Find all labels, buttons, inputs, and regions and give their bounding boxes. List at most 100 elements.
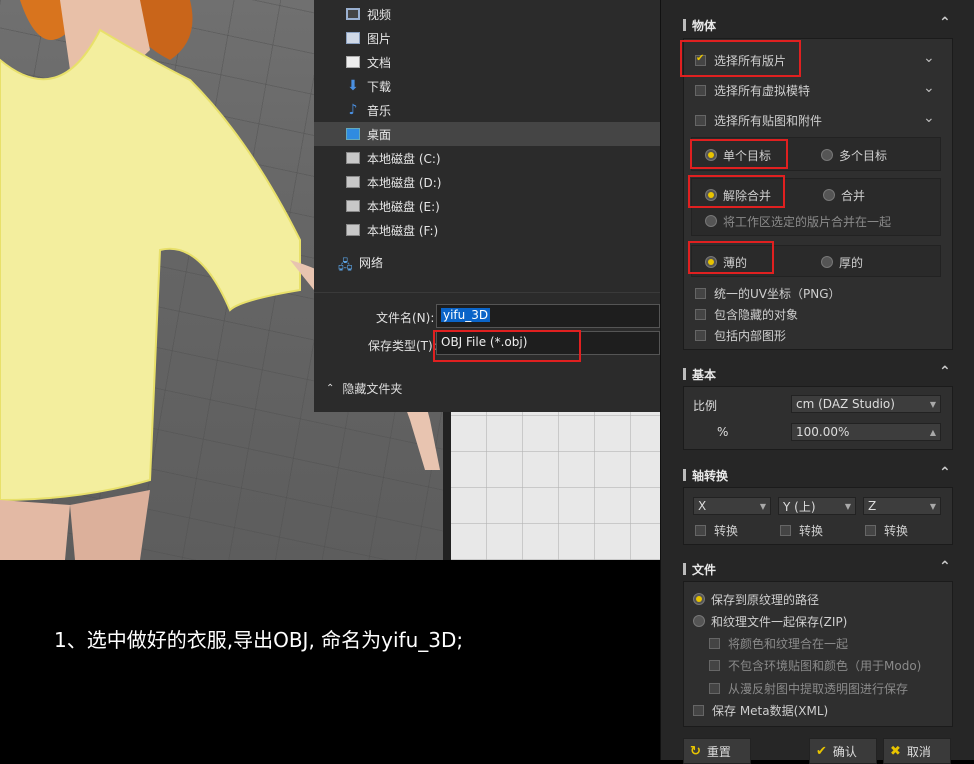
- filename-label: 文件名(N):: [376, 311, 435, 325]
- option-label: 将颜色和纹理合在一起: [728, 636, 849, 651]
- radio-merge-selected[interactable]: 将工作区选定的版片合并在一起: [705, 212, 891, 230]
- hide-folders-toggle[interactable]: ⌃ 隐藏文件夹: [326, 380, 402, 397]
- scale-dropdown[interactable]: cm (DAZ Studio) ▼: [791, 395, 941, 413]
- export-options-panel: 物体 ⌃ 选择所有版片 ⌄ 选择所有虚拟模特 ⌄ 选择所有贴图和附件 ⌄ 单个目…: [660, 0, 974, 764]
- filetype-label: 保存类型(T):: [368, 339, 437, 353]
- video-folder-icon: [346, 8, 360, 20]
- chevron-up-icon: ⌃: [326, 383, 335, 394]
- nav-item-network[interactable]: 🖧 网络: [314, 250, 660, 274]
- radio-save-texture-path[interactable]: 保存到原纹理的路径: [693, 590, 819, 608]
- nav-item-label: 桌面: [367, 127, 392, 142]
- option-label: 和纹理文件一起保存(ZIP): [711, 614, 848, 629]
- section-object-header[interactable]: 物体 ⌃: [683, 15, 953, 35]
- filename-input[interactable]: yifu_3D: [436, 304, 660, 328]
- option-label: 包括内部图形: [714, 328, 787, 343]
- radio-save-zip[interactable]: 和纹理文件一起保存(ZIP): [693, 612, 847, 630]
- section-file-header[interactable]: 文件 ⌃: [683, 559, 953, 579]
- nav-item-label: 本地磁盘 (E:): [367, 199, 440, 214]
- chevron-up-icon[interactable]: ⌃: [939, 466, 951, 480]
- radio-thick[interactable]: 厚的: [821, 253, 863, 271]
- axis-y-dropdown[interactable]: Y (上) ▼: [778, 497, 856, 515]
- checkbox-icon[interactable]: [695, 114, 706, 126]
- confirm-button[interactable]: ✔ 确认: [809, 738, 877, 764]
- nav-item-drive-c[interactable]: 本地磁盘 (C:): [314, 146, 660, 170]
- section-title: 文件: [692, 562, 717, 577]
- nav-item-drive-f[interactable]: 本地磁盘 (F:): [314, 218, 660, 242]
- axis-value: X: [698, 499, 707, 513]
- cancel-button[interactable]: ✖ 取消: [883, 738, 951, 764]
- dropdown-arrow-icon: ▼: [759, 501, 766, 511]
- nav-item-drive-d[interactable]: 本地磁盘 (D:): [314, 170, 660, 194]
- select-all-avatars[interactable]: 选择所有虚拟模特: [695, 81, 810, 99]
- checkbox-icon[interactable]: [695, 84, 706, 96]
- button-label: 确认: [832, 744, 857, 759]
- checkbox-icon[interactable]: [695, 308, 706, 320]
- nav-item-pictures[interactable]: 图片: [314, 26, 660, 50]
- checkbox-icon[interactable]: [865, 524, 876, 536]
- extract-opacity[interactable]: 从漫反射图中提取透明图进行保存: [709, 679, 908, 697]
- dropdown-arrow-icon: ▼: [844, 501, 851, 511]
- checkbox-icon[interactable]: [695, 329, 706, 341]
- nav-item-documents[interactable]: 文档: [314, 50, 660, 74]
- highlight-filetype: [433, 330, 581, 362]
- percent-stepper[interactable]: 100.00% ▲: [791, 423, 941, 441]
- convert-z[interactable]: 转换: [865, 521, 908, 539]
- chevron-down-icon[interactable]: ⌄: [923, 50, 937, 66]
- section-bar: [683, 563, 686, 575]
- reset-icon: ↻: [690, 743, 701, 759]
- checkbox-icon[interactable]: [693, 704, 704, 716]
- nav-item-desktop[interactable]: 桌面: [314, 122, 660, 146]
- secondary-viewport[interactable]: [450, 410, 660, 560]
- chevron-up-icon[interactable]: ⌃: [939, 560, 951, 574]
- drive-icon: [346, 176, 360, 188]
- nav-item-videos[interactable]: 视频: [314, 2, 660, 26]
- nav-item-drive-e[interactable]: 本地磁盘 (E:): [314, 194, 660, 218]
- stepper-arrows-icon[interactable]: ▲: [930, 428, 936, 437]
- option-label: 从漫反射图中提取透明图进行保存: [728, 681, 909, 696]
- axis-z-dropdown[interactable]: Z ▼: [863, 497, 941, 515]
- option-label: 包含隐藏的对象: [714, 307, 799, 322]
- network-icon: 🖧: [338, 258, 353, 273]
- nav-item-label: 文档: [367, 55, 392, 70]
- checkbox-icon[interactable]: [780, 524, 791, 536]
- nav-item-music[interactable]: ♪ 音乐: [314, 98, 660, 122]
- option-label: 转换: [799, 523, 824, 538]
- radio-icon[interactable]: [705, 215, 717, 227]
- checkbox-icon[interactable]: [695, 287, 706, 299]
- radio-icon[interactable]: [693, 615, 705, 627]
- save-meta-xml[interactable]: 保存 Meta数据(XML): [693, 701, 828, 719]
- radio-merge[interactable]: 合并: [823, 186, 865, 204]
- hide-folders-label: 隐藏文件夹: [342, 382, 403, 396]
- include-inner[interactable]: 包括内部图形: [695, 326, 786, 344]
- unified-uv[interactable]: 统一的UV坐标（PNG）: [695, 284, 841, 302]
- radio-icon[interactable]: [821, 149, 833, 161]
- option-label: 保存 Meta数据(XML): [712, 703, 829, 718]
- radio-multi-target[interactable]: 多个目标: [821, 146, 887, 164]
- section-basic-header[interactable]: 基本 ⌃: [683, 364, 953, 384]
- checkbox-icon[interactable]: [695, 524, 706, 536]
- highlight-unmerge: [688, 175, 785, 208]
- checkbox-icon[interactable]: [709, 659, 720, 671]
- convert-y[interactable]: 转换: [780, 521, 823, 539]
- radio-icon[interactable]: [823, 189, 835, 201]
- select-all-graphics[interactable]: 选择所有贴图和附件: [695, 111, 822, 129]
- chevron-up-icon[interactable]: ⌃: [939, 16, 951, 30]
- option-label: 保存到原纹理的路径: [711, 592, 820, 607]
- checkbox-icon[interactable]: [709, 682, 720, 694]
- chevron-up-icon[interactable]: ⌃: [939, 365, 951, 379]
- radio-icon[interactable]: [693, 593, 705, 605]
- nav-item-downloads[interactable]: ⬇ 下载: [314, 74, 660, 98]
- reset-button[interactable]: ↻ 重置: [683, 738, 751, 764]
- nav-item-label: 网络: [359, 255, 384, 270]
- merge-color-texture[interactable]: 将颜色和纹理合在一起: [709, 634, 848, 652]
- checkbox-icon[interactable]: [709, 637, 720, 649]
- axis-x-dropdown[interactable]: X ▼: [693, 497, 771, 515]
- exclude-env-map[interactable]: 不包含环境贴图和颜色（用于Modo): [709, 656, 921, 674]
- chevron-down-icon[interactable]: ⌄: [923, 80, 937, 96]
- chevron-down-icon[interactable]: ⌄: [923, 110, 937, 126]
- convert-x[interactable]: 转换: [695, 521, 738, 539]
- section-axis-header[interactable]: 轴转换 ⌃: [683, 465, 953, 485]
- radio-icon[interactable]: [821, 256, 833, 268]
- option-label: 多个目标: [839, 148, 888, 163]
- include-hidden[interactable]: 包含隐藏的对象: [695, 305, 798, 323]
